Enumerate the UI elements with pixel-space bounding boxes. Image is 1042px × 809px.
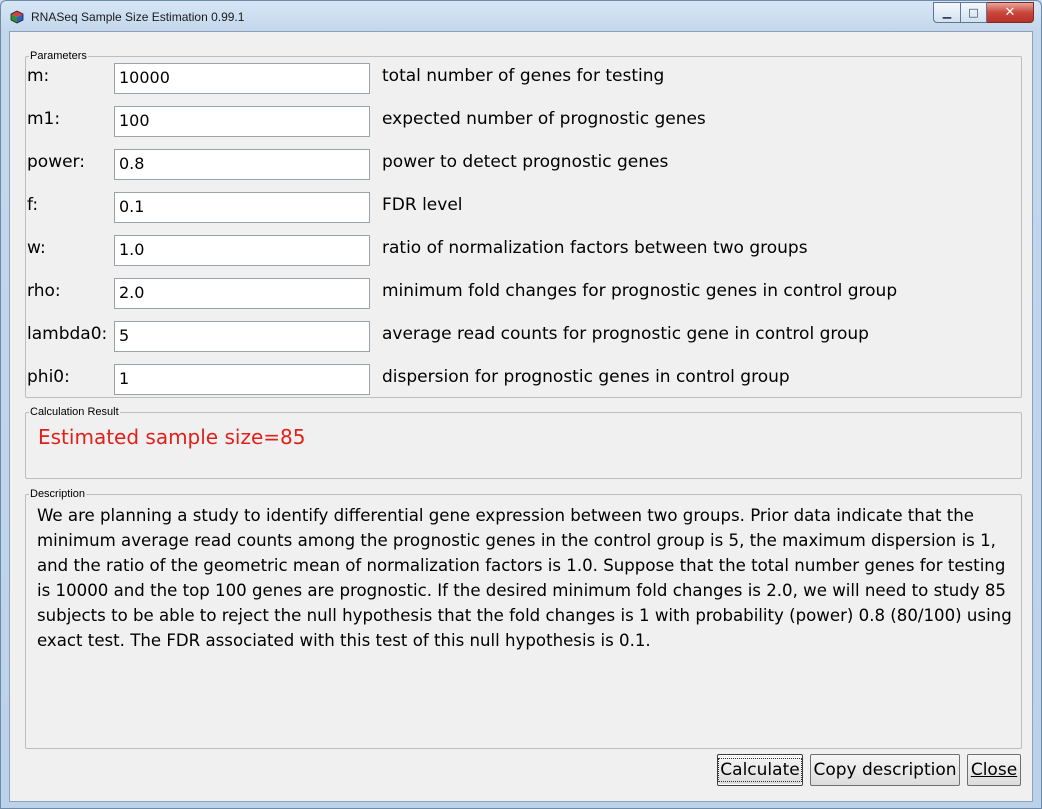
- window-title: RNASeq Sample Size Estimation 0.99.1: [31, 10, 245, 24]
- result-group-label: Calculation Result: [29, 406, 120, 418]
- maximize-icon: □: [968, 6, 979, 19]
- f-input[interactable]: 0.1: [114, 192, 370, 223]
- w-input[interactable]: 1.0: [114, 235, 370, 266]
- param-description: average read counts for prognostic gene …: [382, 324, 869, 344]
- param-label: w:: [27, 238, 46, 258]
- parameters-group: Parameters m: 10000 total number of gene…: [25, 50, 1022, 398]
- param-label: rho:: [27, 281, 61, 301]
- app-window: RNASeq Sample Size Estimation 0.99.1 ▁ □…: [0, 0, 1042, 809]
- phi0-input[interactable]: 1: [114, 364, 370, 395]
- close-window-button[interactable]: ✕: [987, 2, 1034, 23]
- title-bar[interactable]: RNASeq Sample Size Estimation 0.99.1 ▁ □…: [1, 1, 1041, 31]
- dialog-client-area: Parameters m: 10000 total number of gene…: [9, 31, 1033, 802]
- param-description: power to detect prognostic genes: [382, 152, 669, 172]
- m-input[interactable]: 10000: [114, 63, 370, 94]
- param-description: FDR level: [382, 195, 463, 215]
- minimize-button[interactable]: ▁: [933, 2, 961, 23]
- minimize-icon: ▁: [942, 6, 952, 19]
- param-description: expected number of prognostic genes: [382, 109, 706, 129]
- window-controls: ▁ □ ✕: [933, 2, 1034, 23]
- calculate-button-label: Calculate: [718, 758, 802, 782]
- param-label: phi0:: [27, 367, 70, 387]
- m1-input[interactable]: 100: [114, 106, 370, 137]
- param-label: f:: [27, 195, 39, 215]
- param-description: minimum fold changes for prognostic gene…: [382, 281, 898, 301]
- close-icon: ✕: [1004, 5, 1016, 20]
- parameters-group-label: Parameters: [29, 50, 88, 62]
- param-description: total number of genes for testing: [382, 66, 665, 86]
- rho-input[interactable]: 2.0: [114, 278, 370, 309]
- result-group: Calculation Result Estimated sample size…: [25, 406, 1022, 479]
- calculate-button[interactable]: Calculate: [717, 754, 803, 786]
- estimated-sample-size: Estimated sample size=85: [38, 425, 306, 449]
- power-input[interactable]: 0.8: [114, 149, 370, 180]
- maximize-button[interactable]: □: [961, 2, 987, 23]
- close-button-label: Close: [970, 760, 1018, 780]
- copy-description-button[interactable]: Copy description: [810, 754, 960, 786]
- description-text: We are planning a study to identify diff…: [37, 506, 1012, 650]
- param-label: m:: [27, 66, 50, 86]
- lambda0-input[interactable]: 5: [114, 321, 370, 352]
- copy-description-button-label: Copy description: [813, 760, 957, 780]
- param-description: dispersion for prognostic genes in contr…: [382, 367, 790, 387]
- param-description: ratio of normalization factors between t…: [382, 238, 808, 258]
- description-group-label: Description: [29, 488, 87, 500]
- param-label: lambda0:: [27, 324, 108, 344]
- param-label: power:: [27, 152, 85, 172]
- close-button[interactable]: Close: [967, 754, 1021, 786]
- description-group: Description We are planning a study to i…: [25, 488, 1022, 749]
- param-label: m1:: [27, 109, 61, 129]
- app-cube-icon: [10, 10, 24, 24]
